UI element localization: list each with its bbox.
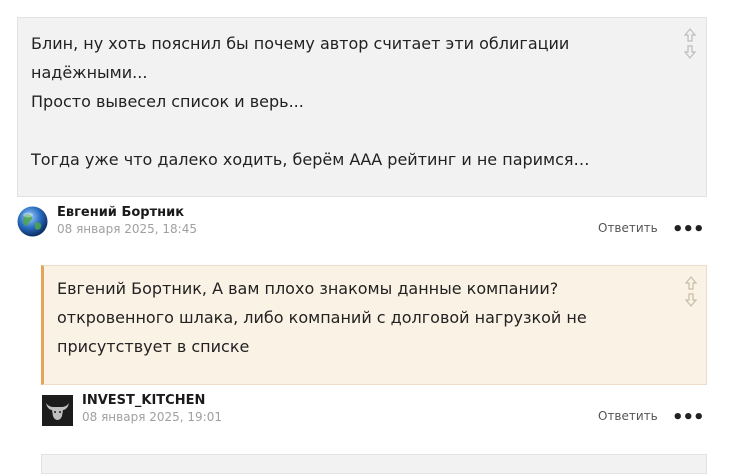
comment-date: 08 января 2025, 19:01 bbox=[82, 410, 222, 424]
comment-line bbox=[31, 116, 656, 145]
comment-line: Просто вывесел список и верь... bbox=[31, 92, 304, 111]
upvote-arrow-icon[interactable] bbox=[685, 276, 697, 290]
bull-icon[interactable] bbox=[42, 395, 73, 426]
globe-icon[interactable] bbox=[17, 206, 48, 237]
reply-comment-card: Евгений Бортник, А вам плохо знакомы дан… bbox=[41, 265, 707, 385]
downvote-arrow-icon[interactable] bbox=[685, 293, 697, 307]
comment-date: 08 января 2025, 18:45 bbox=[57, 222, 197, 236]
comment-line: Тогда уже что далеко ходить, берём ААА р… bbox=[31, 150, 590, 169]
downvote-arrow-icon[interactable] bbox=[684, 45, 696, 59]
comment-line: Блин, ну хоть пояснил бы почему автор сч… bbox=[31, 34, 570, 82]
vote-controls bbox=[683, 28, 697, 62]
author-name[interactable]: Евгений Бортник bbox=[57, 205, 184, 220]
comment-line: Евгений Бортник, А вам плохо знакомы дан… bbox=[57, 279, 587, 356]
more-options-button[interactable]: ••• bbox=[672, 409, 705, 427]
reply-button[interactable]: Ответить bbox=[598, 221, 658, 235]
comment-card: Блин, ну хоть пояснил бы почему автор сч… bbox=[17, 17, 707, 197]
reply-button[interactable]: Ответить bbox=[598, 409, 658, 423]
more-options-button[interactable]: ••• bbox=[672, 221, 705, 239]
comment-text: Блин, ну хоть пояснил бы почему автор сч… bbox=[31, 29, 656, 174]
author-name[interactable]: INVEST_KITCHEN bbox=[82, 393, 205, 408]
comment-text: Евгений Бортник, А вам плохо знакомы дан… bbox=[57, 274, 657, 361]
vote-controls bbox=[684, 276, 698, 310]
next-comment-card bbox=[41, 454, 707, 474]
upvote-arrow-icon[interactable] bbox=[684, 28, 696, 42]
